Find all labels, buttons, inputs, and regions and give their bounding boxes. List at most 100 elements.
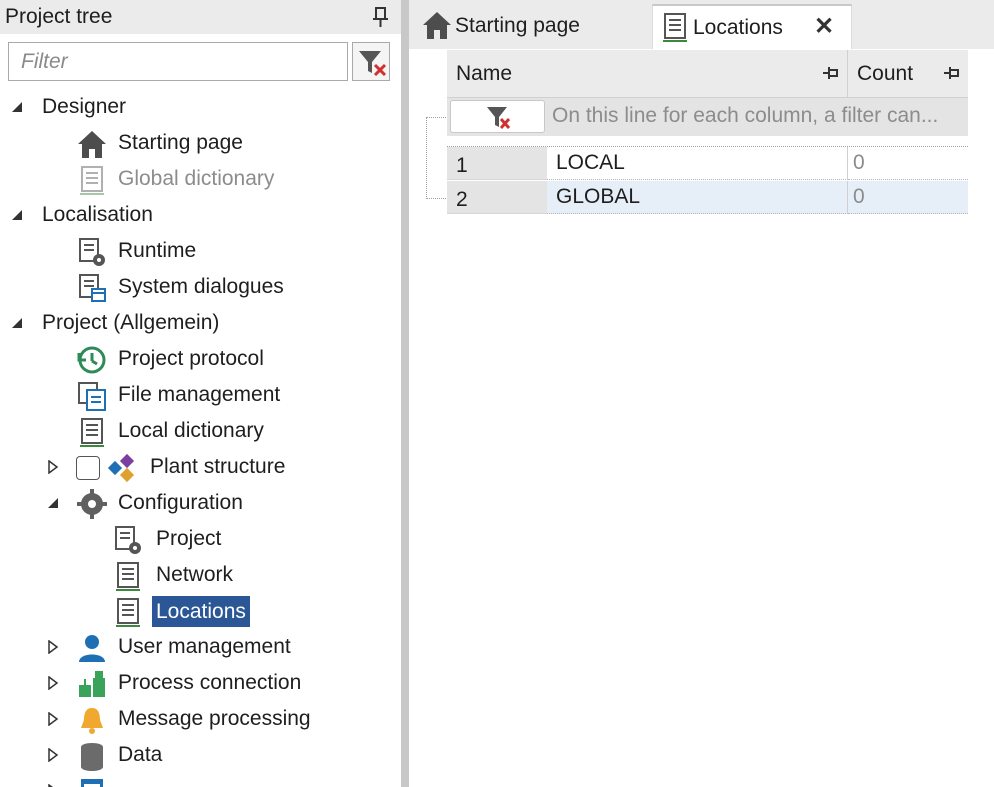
expanded-arrow-icon[interactable]: [10, 316, 24, 330]
tree-item-label: Project (Allgemein): [42, 311, 220, 334]
tree-item-label: Locations: [152, 596, 250, 627]
tree-item-localisation[interactable]: Localisation: [0, 198, 401, 234]
tree-item-global-dictionary[interactable]: Global dictionary: [0, 162, 401, 198]
expanded-arrow-icon[interactable]: [10, 100, 24, 114]
pin-icon[interactable]: [370, 5, 392, 29]
count-value: 0: [853, 185, 865, 208]
dictionary-icon: [663, 13, 687, 42]
tree-item-local-dictionary[interactable]: Local dictionary: [0, 414, 401, 450]
files-icon: [78, 382, 106, 411]
tree-item-label: Process connection: [118, 671, 302, 694]
tree-item-locations[interactable]: Locations: [0, 594, 401, 630]
collapsed-arrow-icon[interactable]: [46, 460, 60, 474]
bell-icon: [81, 708, 103, 734]
count-cell[interactable]: 0: [848, 181, 968, 214]
dictionary-icon: [80, 418, 104, 447]
row-number-cell[interactable]: 2: [447, 181, 547, 214]
clear-filter-icon: [487, 107, 511, 129]
tree-item-starting-page[interactable]: Starting page: [0, 126, 401, 162]
row-number: 1: [456, 154, 468, 177]
tree-item-label: System dialogues: [118, 275, 284, 298]
tree-item-label: Plant structure: [150, 455, 286, 478]
expanded-arrow-icon[interactable]: [10, 208, 24, 222]
name-cell[interactable]: LOCAL: [547, 147, 848, 180]
tree-item-project-allgemein[interactable]: Project (Allgemein): [0, 306, 401, 342]
tree-item-label: Project: [156, 527, 222, 550]
runtime-icon: [79, 238, 105, 266]
tree-item-label: File management: [118, 383, 281, 406]
count-value: 0: [853, 151, 865, 174]
name-value: LOCAL: [556, 151, 625, 174]
tree-item-label: Localisation: [42, 203, 153, 226]
tree-item-designer[interactable]: Designer: [0, 90, 401, 126]
grid-filter-row: On this line for each column, a filter c…: [447, 97, 968, 136]
grid-group-frame: [426, 117, 448, 199]
tree-item-plant-structure[interactable]: Plant structure: [0, 450, 401, 486]
table-row[interactable]: 2 GLOBAL 0: [447, 181, 968, 214]
column-header-name[interactable]: Name: [447, 50, 848, 97]
tree-item-message-processing[interactable]: Message processing: [0, 702, 401, 738]
tree-item-label: Network: [156, 563, 234, 586]
tree-item-project-protocol[interactable]: Project protocol: [0, 342, 401, 378]
collapsed-arrow-icon[interactable]: [46, 712, 60, 726]
tab-starting-label: Starting page: [455, 14, 580, 37]
column-header-count[interactable]: Count: [848, 50, 968, 97]
row-number: 2: [456, 188, 468, 211]
count-cell[interactable]: 0: [848, 147, 968, 180]
tree-item-config-project[interactable]: Project: [0, 522, 401, 558]
filter-row-hint[interactable]: On this line for each column, a filter c…: [552, 104, 966, 128]
tree-item-data[interactable]: Data: [0, 738, 401, 774]
dialog-icon: [79, 274, 106, 302]
clear-filter-button[interactable]: [352, 42, 390, 81]
tree-item-network[interactable]: Network: [0, 558, 401, 594]
tree-item-file-management[interactable]: File management: [0, 378, 401, 414]
tree-item-configuration[interactable]: Configuration: [0, 486, 401, 522]
home-icon: [423, 12, 451, 39]
expanded-arrow-icon[interactable]: [46, 496, 60, 510]
project-tree-header: Project tree: [0, 0, 401, 34]
tree-item-label: User management: [118, 635, 291, 658]
tree-item-label: Project protocol: [118, 347, 264, 370]
gear-icon: [77, 489, 107, 519]
clear-filter-icon: [359, 51, 387, 77]
tree-item-user-management[interactable]: User management: [0, 630, 401, 666]
tab-starting-page[interactable]: Starting page: [417, 4, 657, 49]
column-pin-icon[interactable]: [942, 64, 960, 82]
column-pin-icon[interactable]: [821, 64, 839, 82]
table-row[interactable]: 1 LOCAL 0: [447, 147, 968, 180]
dictionary-icon: [116, 598, 140, 627]
collapsed-arrow-icon[interactable]: [46, 640, 60, 654]
tree-item-reports[interactable]: [0, 774, 401, 787]
clear-column-filter-button[interactable]: [450, 100, 545, 133]
tab-strip: Starting page Locations ✕: [409, 0, 994, 49]
column-count-label: Count: [857, 62, 914, 85]
project-tree-panel: Project tree Designer Starting page Global…: [0, 0, 401, 787]
column-name-label: Name: [456, 62, 513, 85]
tree-item-label: Global dictionary: [118, 167, 275, 190]
tree-item-runtime[interactable]: Runtime: [0, 234, 401, 270]
history-icon: [77, 346, 106, 374]
checkbox[interactable]: [76, 456, 100, 480]
database-icon: [81, 743, 103, 771]
tab-locations-label: Locations: [693, 16, 783, 39]
tree-filter-input[interactable]: [8, 42, 348, 81]
name-cell[interactable]: GLOBAL: [547, 181, 848, 214]
project-tree-title: Project tree: [5, 5, 113, 28]
tree-item-label: Starting page: [118, 131, 243, 154]
panel-splitter[interactable]: [401, 0, 409, 787]
tab-locations[interactable]: Locations ✕: [652, 4, 852, 49]
process-icon: [79, 671, 105, 697]
plant-icon: [107, 453, 135, 483]
row-number-cell[interactable]: 1: [447, 147, 547, 180]
document-area: Starting page Locations ✕ Name Count On …: [409, 0, 994, 787]
collapsed-arrow-icon[interactable]: [46, 676, 60, 690]
runtime-icon: [115, 526, 141, 554]
close-icon[interactable]: ✕: [811, 14, 837, 40]
tree-item-system-dialogues[interactable]: System dialogues: [0, 270, 401, 306]
tree-item-label: Designer: [42, 95, 127, 118]
home-icon: [78, 131, 106, 158]
tree-item-label: Data: [118, 743, 163, 766]
tree-item-process-connection[interactable]: Process connection: [0, 666, 401, 702]
name-value: GLOBAL: [556, 185, 641, 208]
collapsed-arrow-icon[interactable]: [46, 748, 60, 762]
